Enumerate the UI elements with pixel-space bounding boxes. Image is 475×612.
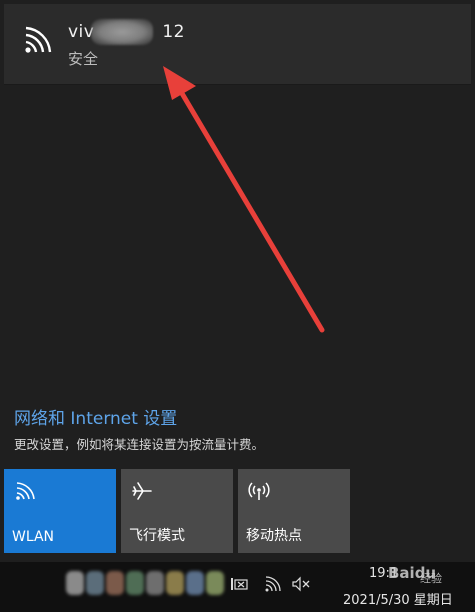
- baidu-watermark-sub: 经验: [420, 572, 442, 585]
- airplane-icon: [132, 482, 152, 500]
- redaction-blur: [91, 19, 153, 45]
- tile-label: 飞行模式: [129, 528, 185, 544]
- network-settings-description: 更改设置，例如将某连接设置为按流量计费。: [14, 437, 265, 452]
- network-status: 安全: [68, 50, 99, 68]
- network-item[interactable]: viv 12 安全: [4, 4, 471, 85]
- network-flyout: viv 12 安全 网络和 Internet 设置 更改设置，例如将某连接设置为按…: [0, 0, 475, 562]
- clock-date[interactable]: 2021/5/30 星期日: [343, 589, 453, 608]
- tile-label: 移动热点: [246, 528, 302, 544]
- wifi-icon: [16, 482, 35, 500]
- mobile-hotspot-tile[interactable]: 移动热点: [238, 469, 350, 553]
- wlan-toggle-tile[interactable]: WLAN: [4, 469, 116, 553]
- airplane-mode-tile[interactable]: 飞行模式: [121, 469, 233, 553]
- network-name-suffix: 12: [162, 22, 185, 42]
- network-error-icon[interactable]: [230, 576, 248, 592]
- taskbar: 19:1 Baidu 经验 2021/5/30 星期日: [0, 562, 475, 612]
- wifi-icon[interactable]: [264, 576, 282, 592]
- hotspot-icon: [248, 482, 270, 500]
- volume-mute-icon[interactable]: [292, 576, 310, 592]
- wifi-icon: [25, 26, 52, 53]
- tile-label: WLAN: [12, 529, 55, 545]
- network-settings-link[interactable]: 网络和 Internet 设置: [14, 404, 177, 429]
- pinned-apps-blurred: [66, 571, 226, 595]
